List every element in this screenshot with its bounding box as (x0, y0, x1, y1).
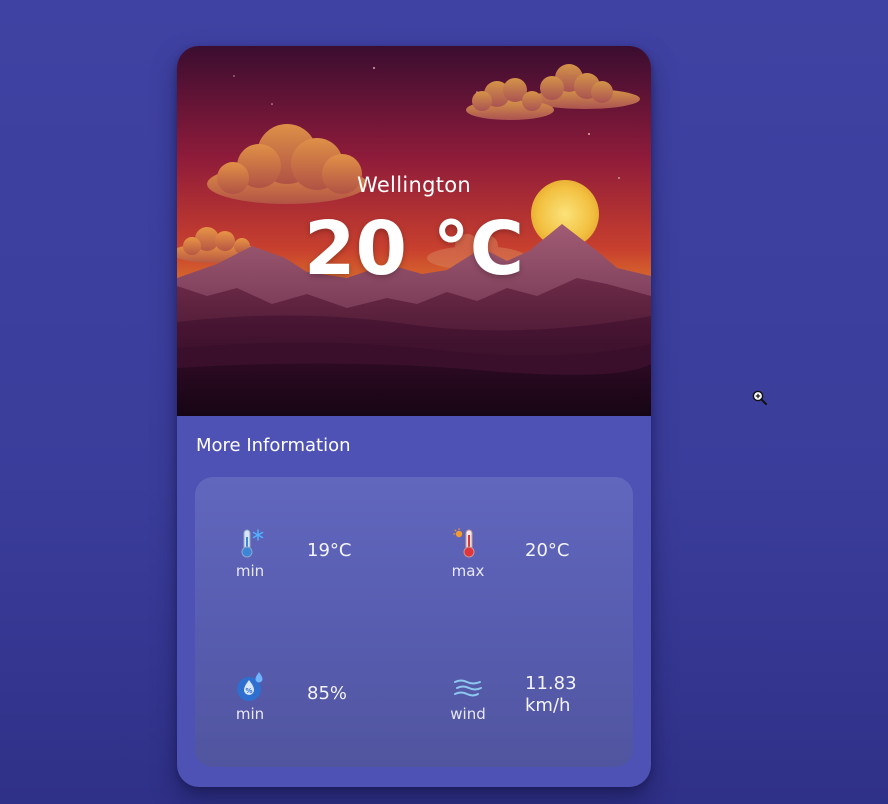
min-temperature-label: min (235, 562, 265, 580)
more-information-panel: min 19°C max 20°C % min 85% wind 11.83 k… (195, 477, 633, 767)
wind-icon (454, 679, 482, 697)
svg-text:%: % (245, 687, 252, 695)
zoom-in-cursor-icon (752, 390, 767, 405)
max-temperature-label: max (451, 562, 485, 580)
max-temperature-value: 20°C (525, 540, 570, 561)
humidity-value: 85% (307, 683, 348, 704)
max-temperature-item: max 20°C (433, 527, 643, 607)
wind-speed-number: 11.83 (525, 673, 577, 694)
wind-item: wind 11.83 km/h (433, 670, 643, 750)
city-name: Wellington (357, 173, 471, 197)
humidity-drop-icon: % (237, 672, 263, 701)
wind-label: wind (450, 705, 486, 723)
min-temperature-value: 19°C (307, 540, 352, 561)
current-temperature: 20 °C (303, 206, 525, 292)
wind-value: 11.83 km/h (525, 673, 577, 717)
more-information-heading: More Information (196, 435, 351, 456)
humidity-item: % min 85% (215, 670, 425, 750)
thermometer-hot-icon (453, 528, 475, 558)
wind-speed-unit: km/h (525, 695, 571, 716)
weather-hero: Wellington 20 °C (177, 46, 651, 416)
thermometer-cold-icon (241, 529, 264, 558)
weather-card: Wellington 20 °C More Information min 19… (177, 46, 651, 787)
humidity-label: min (235, 705, 265, 723)
min-temperature-item: min 19°C (215, 527, 425, 607)
